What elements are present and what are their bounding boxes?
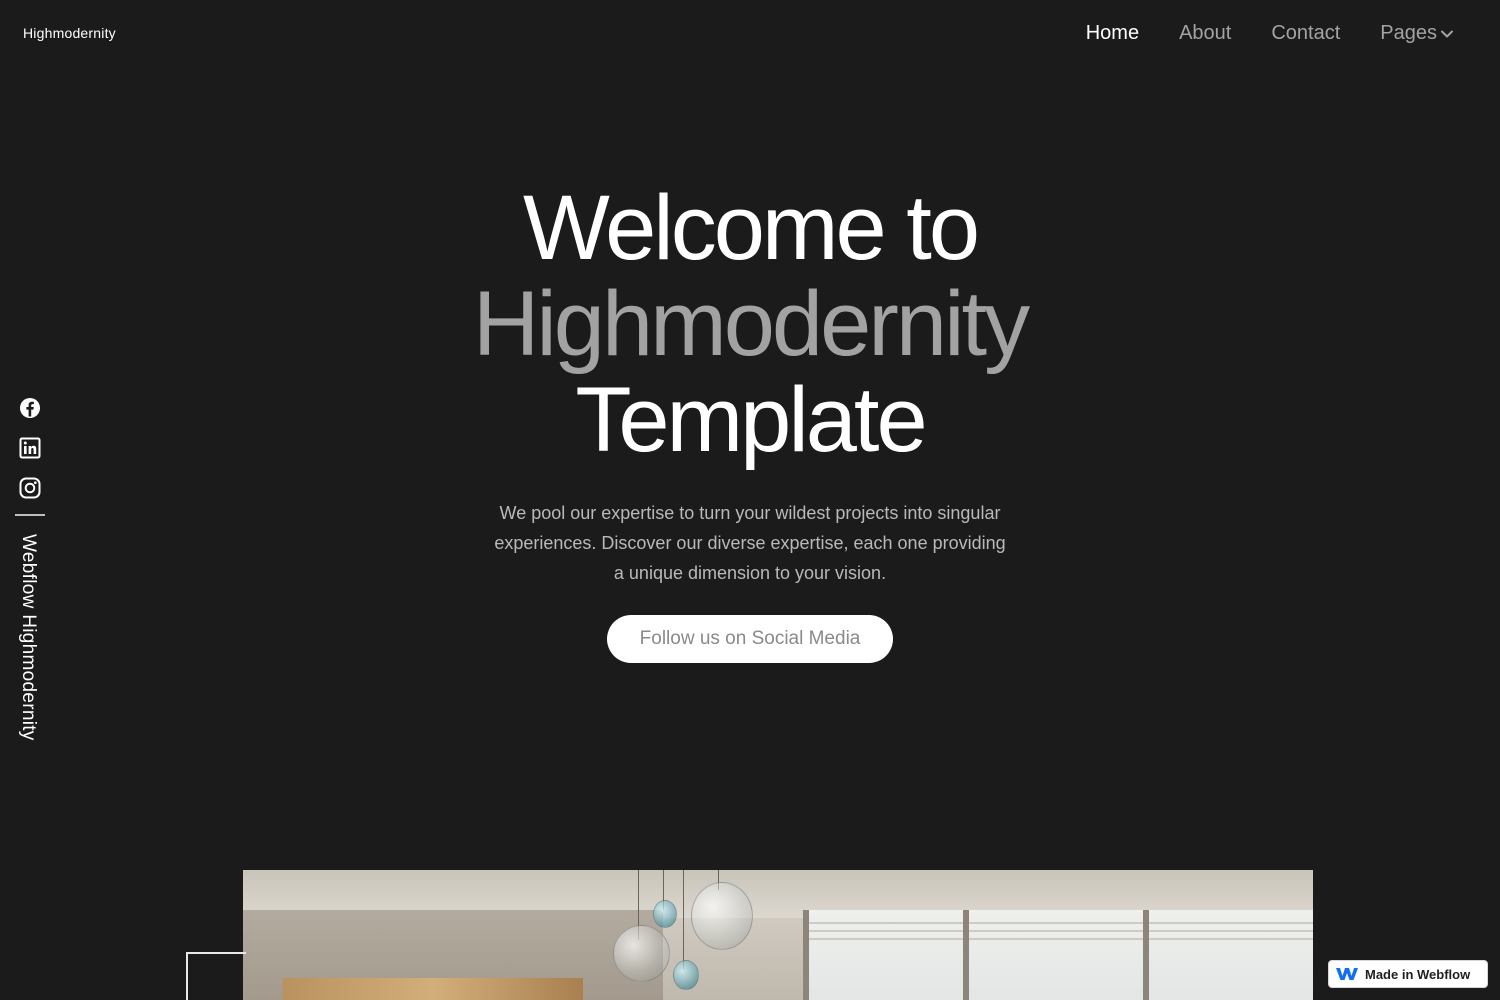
follow-social-button[interactable]: Follow us on Social Media [606, 615, 894, 663]
hero-title-line-1: Welcome to [522, 177, 980, 279]
linkedin-icon [19, 437, 41, 459]
facebook-icon [20, 398, 40, 418]
photo-pendant-bulb [673, 960, 699, 990]
photo-pendant-cord [683, 870, 684, 970]
brand-logo[interactable]: Highmodernity [23, 25, 116, 41]
nav-contact[interactable]: Contact [1271, 22, 1340, 45]
photo-pendant-bulb [613, 925, 670, 982]
webflow-logo-icon [1336, 968, 1358, 980]
facebook-link[interactable] [18, 396, 42, 420]
hero-description: We pool our expertise to turn your wilde… [494, 503, 1006, 583]
photo-window-frame [803, 910, 809, 1000]
photo-artwork [283, 978, 583, 1000]
decorative-frame-corner [186, 952, 246, 1000]
nav-home[interactable]: Home [1086, 22, 1139, 45]
photo-pendant-bulb [691, 882, 753, 950]
main-nav: Home About Contact Pages [1086, 22, 1454, 45]
badge-label: Made in Webflow [1365, 966, 1471, 982]
made-in-webflow-badge[interactable]: Made in Webflow [1328, 960, 1488, 988]
interior-photo [243, 870, 1313, 1000]
hero-title: Welcome to Highmodernity Template [0, 180, 1500, 468]
photo-window-frame [1143, 910, 1149, 1000]
photo-pendant-bulb [653, 900, 677, 928]
photo-blind-slat [803, 938, 1313, 940]
hero-title-line-2: Highmodernity [472, 273, 1030, 375]
instagram-icon [19, 477, 41, 499]
nav-pages-label: Pages [1380, 22, 1437, 44]
photo-blind-slat [803, 930, 1313, 932]
social-sidebar [15, 396, 45, 516]
hero-title-line-3: Template [575, 369, 927, 471]
photo-window-frame [963, 910, 969, 1000]
social-divider [15, 514, 45, 516]
instagram-link[interactable] [18, 476, 42, 500]
nav-about[interactable]: About [1179, 22, 1231, 45]
hero-section: Welcome to Highmodernity Template We poo… [0, 180, 1500, 663]
photo-blind-slat [803, 922, 1313, 924]
nav-pages-dropdown[interactable]: Pages [1380, 22, 1454, 45]
chevron-down-icon [1441, 30, 1453, 37]
linkedin-link[interactable] [18, 436, 42, 460]
vertical-brand-label: Webflow Highmodernity [18, 534, 39, 741]
